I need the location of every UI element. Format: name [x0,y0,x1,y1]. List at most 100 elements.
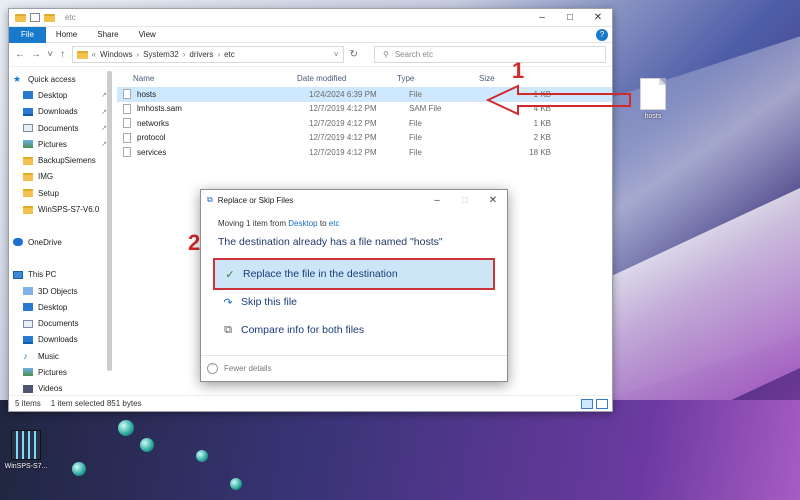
status-bar: 5 items 1 item selected 851 bytes [9,395,612,411]
maximize-icon[interactable]: □ [556,9,584,27]
moving-info: Moving 1 item from Desktop to etc [218,219,339,228]
breadcrumb-item[interactable]: etc [224,50,235,59]
column-type[interactable]: Type [397,74,479,83]
file-icon [123,147,131,158]
help-icon[interactable]: ? [596,28,608,41]
breadcrumb-item[interactable]: System32 [143,50,179,59]
maximize-icon[interactable]: □ [451,195,479,206]
column-name[interactable]: Name [117,74,297,83]
sidebar-item[interactable]: OneDrive [9,234,117,250]
sidebar-item[interactable]: Downloads ↗ [9,104,117,120]
sidebar-item[interactable]: This PC [9,267,117,283]
sidebar-item-label: Downloads [38,335,78,345]
file-row[interactable]: protocol 12/7/2019 4:12 PM File 2 KB [117,131,612,146]
moving-prefix: Moving 1 item from [218,219,287,228]
breadcrumb-item[interactable]: Windows [100,50,132,59]
moving-to-word: to [319,219,327,228]
sidebar-item[interactable]: ★ Quick access [9,71,117,87]
back-arrow-icon[interactable]: ← [15,49,25,60]
tab-home[interactable]: Home [46,27,87,43]
download-icon [23,335,33,344]
option-label: Compare info for both files [241,324,365,336]
file-name: hosts [137,89,157,99]
window-title: etc [65,13,76,22]
sidebar-item[interactable]: Desktop [9,299,117,315]
sidebar-item-label: BackupSiemens [38,156,96,166]
tab-file[interactable]: File [9,26,46,43]
ribbon-tabs: File Home Share View ? [9,26,612,43]
computer-icon [13,270,23,279]
sidebar-item[interactable]: IMG [9,169,117,185]
forward-arrow-icon[interactable]: → [31,49,41,60]
column-date-modified[interactable]: Date modified [297,74,397,83]
close-icon[interactable]: ✕ [479,195,507,206]
search-input[interactable]: ⚲ Search etc [373,46,606,63]
desktop-icon-label: WinSPS-S7... [4,463,48,470]
minimize-icon[interactable]: – [528,9,556,27]
sidebar-item-label: Desktop [38,302,68,312]
sidebar-item[interactable]: 3D Objects [9,283,117,299]
sidebar-item[interactable]: Documents ↗ [9,120,117,136]
sidebar-item[interactable]: Downloads [9,332,117,348]
properties-icon[interactable] [30,13,40,22]
up-arrow-icon[interactable]: ↑ [59,49,65,60]
pictures-icon [23,368,33,377]
item-count: 5 items [15,399,41,408]
minimize-icon[interactable]: – [423,195,451,206]
dialog-title-bar: ⧉ Replace or Skip Files – □ ✕ [201,190,507,210]
desktop-winsps-shortcut[interactable]: WinSPS-S7... [4,430,48,470]
new-folder-icon[interactable] [44,13,55,22]
chevron-right-icon: › [136,50,140,59]
dialog-footer: ˆ Fewer details [201,355,507,381]
file-name: services [137,147,167,157]
desktop-icon [23,303,33,312]
recent-chevron-icon[interactable]: ˅ [47,49,53,60]
folder-icon [76,50,88,59]
file-date: 1/24/2024 6:39 PM [309,89,377,99]
sidebar-item-label: Pictures [38,139,67,149]
compare-files-option[interactable]: ⧉ Compare info for both files [213,314,495,346]
arrow-shape [485,84,631,116]
sidebar-item[interactable]: Documents [9,315,117,331]
navigation-pane: ★ Quick access Desktop ↗ Downloads ↗ Documents… [9,69,117,395]
sidebar-item[interactable]: Pictures [9,364,117,380]
sidebar-item-label: Documents [38,319,79,329]
sidebar-item[interactable]: Setup [9,185,117,201]
tab-share[interactable]: Share [87,27,128,43]
compare-icon: ⧉ [224,323,232,336]
file-name: networks [137,118,170,128]
replace-or-skip-dialog: ⧉ Replace or Skip Files – □ ✕ Moving 1 i… [200,189,508,382]
tab-view[interactable]: View [129,27,166,43]
file-size: 1 KB [533,118,551,128]
refresh-icon[interactable]: ↻ [350,49,358,60]
option-label: Replace the file in the destination [243,268,398,280]
video-icon [23,384,33,393]
sidebar-item[interactable]: Desktop ↗ [9,87,117,103]
close-icon[interactable]: ✕ [584,9,612,27]
file-size: 18 KB [529,147,551,157]
sidebar-item[interactable]: ♪ Music [9,348,117,364]
file-name: protocol [137,133,166,143]
chevron-down-icon[interactable]: ˅ [334,50,339,59]
details-view-icon[interactable] [581,398,593,409]
address-bar[interactable]: « Windows › System32 › drivers › etc ˅ [71,46,344,63]
sidebar-item-label: This PC [28,270,57,280]
scrollbar[interactable] [107,71,112,371]
file-icon [640,78,666,110]
sidebar-item[interactable]: BackupSiemens [9,152,117,168]
sidebar-item-label: OneDrive [28,237,62,247]
file-row[interactable]: services 12/7/2019 4:12 PM File 18 KB [117,145,612,160]
file-icon [123,103,131,114]
large-icons-view-icon[interactable] [596,398,608,409]
desktop-hosts-file[interactable]: hosts [636,78,670,120]
sidebar-item[interactable]: WinSPS-S7-V6.0 [9,201,117,217]
destination-link[interactable]: etc [329,219,340,228]
star-icon: ★ [13,74,22,85]
breadcrumb-overflow-icon[interactable]: « [92,50,96,59]
source-link[interactable]: Desktop [288,219,317,228]
fewer-details-button[interactable]: Fewer details [224,364,272,373]
sidebar-item[interactable]: Pictures ↗ [9,136,117,152]
breadcrumb-item[interactable]: drivers [189,50,213,59]
chevron-up-icon[interactable]: ˆ [207,363,218,374]
